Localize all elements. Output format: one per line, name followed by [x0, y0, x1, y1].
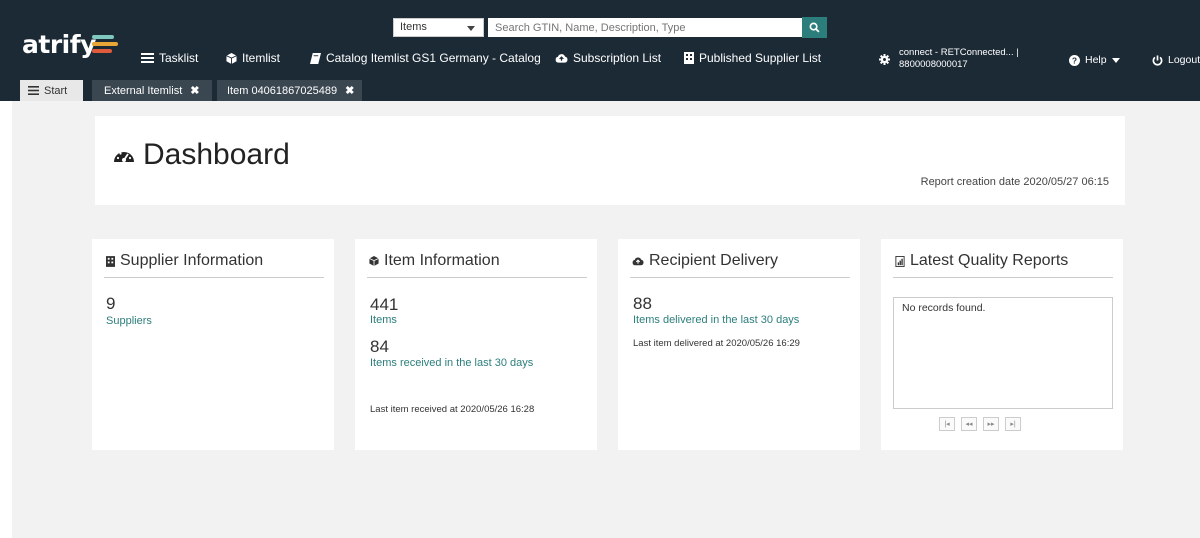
nav-itemlist-label: Itemlist [242, 51, 281, 65]
last-item-delivered: Last item delivered at 2020/05/26 16:29 [633, 338, 800, 349]
empty-state-text: No records found. [902, 302, 986, 314]
search-input[interactable] [488, 18, 802, 37]
tab-external-label: External Itemlist [104, 84, 183, 97]
recipient-delivery-card: Recipient Delivery 88 Items delivered in… [618, 239, 860, 450]
top-navigation-bar: atrify Items Tasklist Itemlist Catalog I… [0, 0, 1200, 101]
hamburger-icon [28, 86, 39, 95]
pager-first-button[interactable]: |◂ [939, 417, 955, 431]
page-title-text: Dashboard [143, 138, 290, 171]
items-received-count: 84 [370, 337, 389, 356]
close-icon[interactable]: ✖ [190, 84, 199, 97]
search-button[interactable] [802, 17, 827, 38]
nav-help-label: Help [1085, 54, 1107, 66]
svg-text:?: ? [1072, 56, 1077, 65]
pager-next-button[interactable]: ▸▸ [983, 417, 999, 431]
building-icon [684, 52, 694, 64]
cube-icon [226, 52, 237, 64]
card-title-text: Item Information [384, 252, 500, 269]
nav-published-supplier-list[interactable]: Published Supplier List [684, 50, 821, 66]
dashboard-header: Dashboard Report creation date 2020/05/2… [95, 116, 1125, 205]
nav-catalog-label: Catalog Itemlist GS1 Germany - Catalog [326, 51, 541, 65]
items-link[interactable]: Items [370, 314, 397, 326]
caret-down-icon [467, 26, 475, 31]
divider [367, 277, 587, 278]
quality-reports-list: No records found. [893, 297, 1113, 409]
tab-start-label: Start [44, 84, 68, 97]
card-title-text: Recipient Delivery [649, 252, 778, 269]
building-icon [106, 255, 115, 267]
nav-subscription-label: Subscription List [573, 51, 662, 65]
item-count: 441 [370, 295, 399, 314]
report-document-icon [895, 255, 905, 267]
cube-icon [369, 256, 379, 266]
nav-itemlist[interactable]: Itemlist [226, 50, 280, 66]
cloud-upload-icon [555, 54, 568, 63]
close-icon[interactable]: ✖ [345, 84, 354, 97]
divider [104, 277, 324, 278]
search-icon [809, 22, 820, 33]
nav-logout[interactable]: Logout [1152, 52, 1200, 68]
pager-previous-button[interactable]: ◂◂ [961, 417, 977, 431]
divider [893, 277, 1113, 278]
items-received-link[interactable]: Items received in the last 30 days [370, 357, 533, 369]
nav-subscription-list[interactable]: Subscription List [555, 50, 661, 66]
nav-tasklist[interactable]: Tasklist [141, 50, 198, 66]
connect-account-name: connect - RETConnected... | [899, 47, 1019, 58]
gear-icon [879, 54, 890, 65]
card-title: Item Information [369, 252, 500, 270]
dashboard-gauge-icon [114, 151, 134, 162]
page-title: Dashboard [113, 138, 290, 172]
latest-quality-reports-card: Latest Quality Reports No records found.… [881, 239, 1123, 450]
divider [630, 277, 850, 278]
caret-down-icon [1111, 57, 1120, 63]
card-title: Recipient Delivery [632, 252, 778, 270]
tab-item-label: Item 04061867025489 [227, 84, 338, 97]
last-item-received: Last item received at 2020/05/26 16:28 [370, 404, 535, 415]
cloud-upload-icon [632, 257, 644, 266]
atrify-logo[interactable]: atrify [22, 30, 96, 59]
connect-account-gln: 8800008000017 [899, 59, 968, 70]
tab-start[interactable]: Start [20, 80, 83, 101]
search-type-select[interactable]: Items [393, 18, 484, 37]
nav-published-label: Published Supplier List [699, 51, 822, 65]
nav-logout-label: Logout [1168, 54, 1200, 66]
search-type-value: Items [400, 21, 427, 33]
items-delivered-link[interactable]: Items delivered in the last 30 days [633, 314, 799, 326]
suppliers-link[interactable]: Suppliers [106, 315, 152, 327]
card-title-text: Supplier Information [120, 252, 264, 269]
nav-tasklist-label: Tasklist [159, 51, 199, 65]
book-icon [310, 52, 321, 64]
nav-catalog[interactable]: Catalog Itemlist GS1 Germany - Catalog [310, 50, 541, 66]
supplier-count: 9 [106, 294, 116, 313]
report-creation-date: Report creation date 2020/05/27 06:15 [920, 176, 1109, 188]
nav-help[interactable]: ? Help [1069, 52, 1120, 68]
delivered-count: 88 [633, 294, 652, 313]
help-circle-icon: ? [1069, 54, 1080, 66]
power-icon [1152, 54, 1163, 65]
tab-external-itemlist[interactable]: External Itemlist ✖ [92, 80, 212, 101]
pager-last-button[interactable]: ▸| [1005, 417, 1021, 431]
card-title-text: Latest Quality Reports [910, 252, 1069, 269]
tab-item[interactable]: Item 04061867025489 ✖ [217, 80, 362, 101]
logo-mark-icon [92, 35, 118, 55]
supplier-information-card: Supplier Information 9 Suppliers [92, 239, 334, 450]
card-title: Supplier Information [106, 252, 263, 270]
item-information-card: Item Information 441 Items 84 Items rece… [355, 239, 597, 450]
list-icon [141, 53, 154, 63]
card-title: Latest Quality Reports [895, 252, 1068, 270]
